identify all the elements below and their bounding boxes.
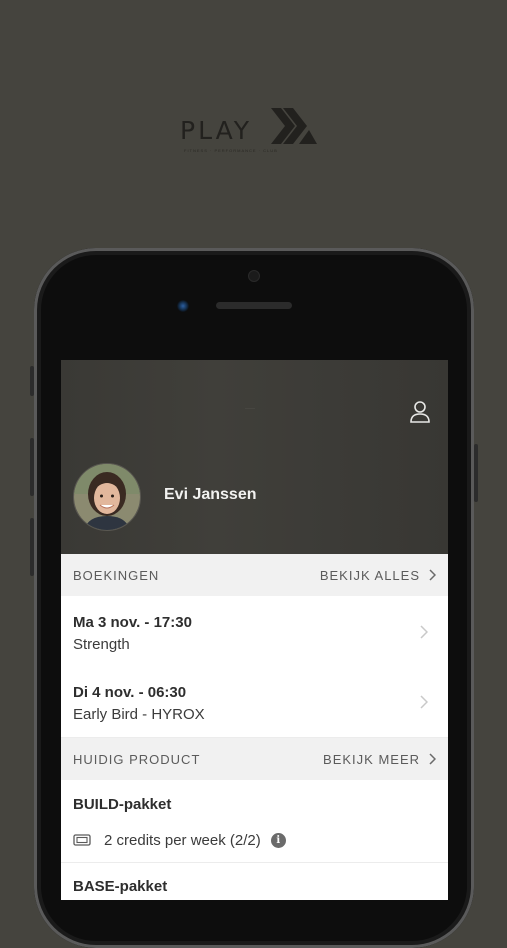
mute-switch	[30, 366, 34, 396]
view-all-bookings-link[interactable]: BEKIJK ALLES	[320, 568, 436, 583]
avatar[interactable]	[73, 463, 141, 531]
view-more-products-link[interactable]: BEKIJK MEER	[323, 752, 436, 767]
front-camera-icon	[177, 300, 189, 312]
view-more-label: BEKIJK MEER	[323, 751, 420, 767]
power-button	[474, 444, 478, 502]
booking-class: Early Bird - HYROX	[73, 706, 205, 723]
volume-up-button	[30, 438, 34, 496]
chevron-right-icon	[420, 695, 428, 709]
product-name: BASE-pakket	[73, 878, 168, 895]
booking-date: Ma 3 nov. - 17:30	[73, 614, 192, 631]
user-profile-icon[interactable]	[409, 400, 431, 424]
booking-row[interactable]: Ma 3 nov. - 17:30 Strength	[61, 597, 448, 668]
chevron-right-icon	[429, 753, 436, 765]
bookings-section-title: BOEKINGEN	[73, 567, 160, 583]
bookings-section-header: BOEKINGEN BEKIJK ALLES	[61, 554, 448, 596]
brand-logo: PLAY FITNESS · PERFORMANCE · CLUB	[180, 104, 325, 156]
volume-down-button	[30, 518, 34, 576]
earpiece-speaker	[216, 302, 292, 309]
profile-header: ····· Evi Janssen	[61, 360, 448, 554]
view-all-label: BEKIJK ALLES	[319, 567, 420, 583]
current-product-section-header: HUIDIG PRODUCT BEKIJK MEER	[61, 738, 448, 780]
logo-text: PLAY	[180, 116, 253, 145]
chevron-right-icon	[420, 625, 428, 639]
logo-tagline: FITNESS · PERFORMANCE · CLUB	[184, 148, 278, 153]
logo-x-mark	[271, 108, 317, 144]
current-product-section-title: HUIDIG PRODUCT	[73, 751, 201, 767]
chevron-right-icon	[429, 569, 436, 581]
proximity-sensor	[248, 270, 260, 282]
product-name: BUILD-pakket	[73, 796, 172, 813]
booking-date: Di 4 nov. - 06:30	[73, 684, 187, 701]
user-name: Evi Janssen	[164, 486, 257, 503]
booking-row[interactable]: Di 4 nov. - 06:30 Early Bird - HYROX	[61, 667, 448, 738]
header-mini-label: ·····	[245, 406, 255, 412]
divider	[61, 862, 448, 863]
booking-class: Strength	[73, 636, 130, 653]
ticket-icon	[73, 834, 91, 846]
credits-text: 2 credits per week (2/2)	[104, 831, 261, 849]
info-icon[interactable]: i	[270, 832, 286, 848]
app-screen: ····· Evi Janssen BOEKINGEN BEKIJK ALLES	[61, 360, 448, 900]
product-credits: 2 credits per week (2/2) i	[73, 830, 286, 850]
